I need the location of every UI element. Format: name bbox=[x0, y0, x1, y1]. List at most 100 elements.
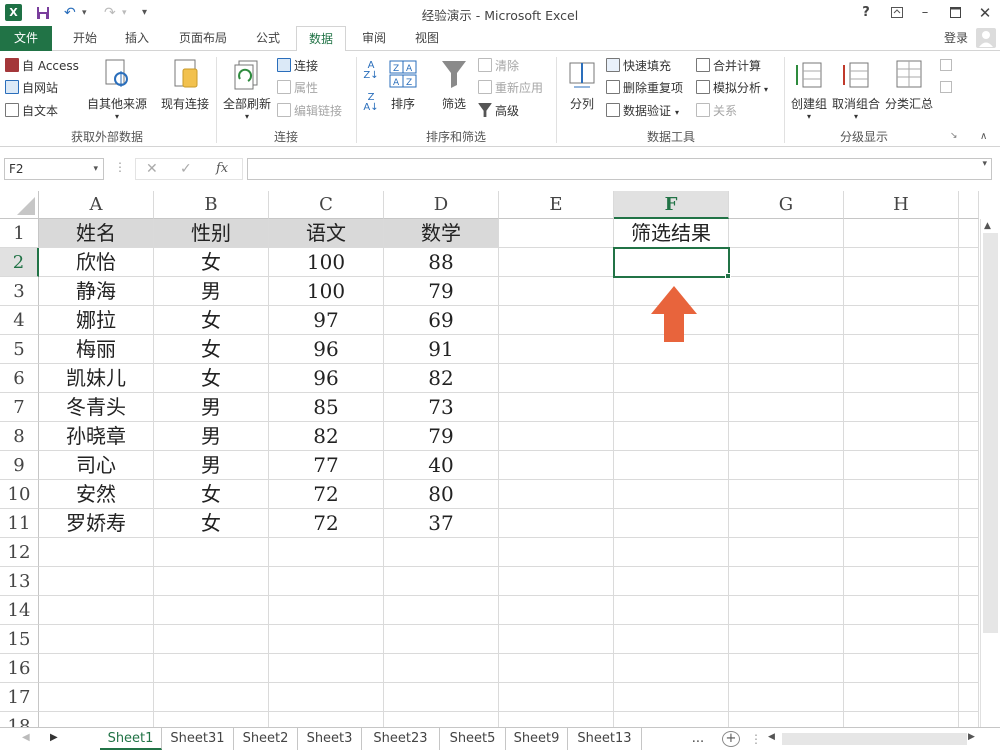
data-validation-button[interactable]: 数据验证 ▾ bbox=[606, 101, 679, 121]
cell-d3[interactable]: 79 bbox=[384, 277, 499, 306]
cell-f2[interactable] bbox=[614, 248, 729, 277]
cell-f10[interactable] bbox=[614, 480, 729, 509]
tab-formulas[interactable]: 公式 bbox=[246, 26, 290, 51]
cell-d5[interactable]: 91 bbox=[384, 335, 499, 364]
cell-b15[interactable] bbox=[154, 625, 269, 654]
cell-f7[interactable] bbox=[614, 393, 729, 422]
row-header-8[interactable]: 8 bbox=[0, 422, 39, 451]
from-access-button[interactable]: 自 Access bbox=[5, 56, 79, 76]
cell-g16[interactable] bbox=[729, 654, 844, 683]
cell-g13[interactable] bbox=[729, 567, 844, 596]
sheet-tab-sheet23[interactable]: Sheet23 bbox=[362, 728, 440, 750]
cell-e3[interactable] bbox=[499, 277, 614, 306]
column-header-c[interactable]: C bbox=[269, 191, 384, 219]
subtotal-button[interactable]: 分类汇总 bbox=[882, 57, 936, 112]
sort-button[interactable]: ZAAZ 排序 bbox=[384, 57, 422, 112]
cell-c12[interactable] bbox=[269, 538, 384, 567]
insert-function-icon[interactable]: fx bbox=[216, 159, 228, 179]
cell-e5[interactable] bbox=[499, 335, 614, 364]
cell-g14[interactable] bbox=[729, 596, 844, 625]
tab-data[interactable]: 数据 bbox=[296, 26, 346, 52]
collapse-ribbon-icon[interactable]: ∧ bbox=[980, 131, 987, 142]
next-sheet-icon[interactable]: ▶ bbox=[50, 732, 58, 743]
cell-a16[interactable] bbox=[39, 654, 154, 683]
remove-duplicates-button[interactable]: 删除重复项 bbox=[606, 78, 683, 98]
tab-split-icon[interactable]: ⋮ bbox=[750, 732, 762, 746]
cell-b2[interactable]: 女 bbox=[154, 248, 269, 277]
cell-a8[interactable]: 孙晓章 bbox=[39, 422, 154, 451]
cell-c10[interactable]: 72 bbox=[269, 480, 384, 509]
cell-f17[interactable] bbox=[614, 683, 729, 712]
cell-d11[interactable]: 37 bbox=[384, 509, 499, 538]
cell-c17[interactable] bbox=[269, 683, 384, 712]
scroll-up-icon[interactable]: ▲ bbox=[984, 221, 991, 231]
column-header-b[interactable]: B bbox=[154, 191, 269, 219]
row-header-6[interactable]: 6 bbox=[0, 364, 39, 393]
filter-button[interactable]: 筛选 bbox=[434, 57, 474, 112]
cell-e11[interactable] bbox=[499, 509, 614, 538]
cell-a10[interactable]: 安然 bbox=[39, 480, 154, 509]
cell-h12[interactable] bbox=[844, 538, 959, 567]
clear-filter-button[interactable]: 清除 bbox=[478, 56, 519, 76]
cell-e14[interactable] bbox=[499, 596, 614, 625]
refresh-all-button[interactable]: 全部刷新 ▾ bbox=[220, 57, 274, 121]
edit-links-button[interactable]: 编辑链接 bbox=[277, 101, 342, 121]
cell-a5[interactable]: 梅丽 bbox=[39, 335, 154, 364]
help-button[interactable]: ? bbox=[855, 3, 877, 23]
cell-h11[interactable] bbox=[844, 509, 959, 538]
cell-d14[interactable] bbox=[384, 596, 499, 625]
cell-g12[interactable] bbox=[729, 538, 844, 567]
avatar[interactable] bbox=[976, 28, 996, 48]
cell-d4[interactable]: 69 bbox=[384, 306, 499, 335]
ribbon-display-icon[interactable] bbox=[886, 3, 908, 25]
tab-view[interactable]: 视图 bbox=[404, 26, 450, 51]
cell-c16[interactable] bbox=[269, 654, 384, 683]
cell-d7[interactable]: 73 bbox=[384, 393, 499, 422]
row-header-12[interactable]: 12 bbox=[0, 538, 39, 567]
cell-d15[interactable] bbox=[384, 625, 499, 654]
cell-g10[interactable] bbox=[729, 480, 844, 509]
existing-connections-button[interactable]: 现有连接 bbox=[158, 57, 212, 112]
cell-h4[interactable] bbox=[844, 306, 959, 335]
sheet-tab-sheet13[interactable]: Sheet13 bbox=[568, 728, 642, 750]
cell-b14[interactable] bbox=[154, 596, 269, 625]
row-header-16[interactable]: 16 bbox=[0, 654, 39, 683]
cell-e6[interactable] bbox=[499, 364, 614, 393]
cell-g7[interactable] bbox=[729, 393, 844, 422]
cell-b8[interactable]: 男 bbox=[154, 422, 269, 451]
cell-f9[interactable] bbox=[614, 451, 729, 480]
cell-f1[interactable]: 筛选结果 bbox=[614, 219, 729, 248]
cell-d13[interactable] bbox=[384, 567, 499, 596]
cell-b12[interactable] bbox=[154, 538, 269, 567]
prev-sheet-icon[interactable]: ◀ bbox=[22, 732, 30, 743]
row-header-13[interactable]: 13 bbox=[0, 567, 39, 596]
cell-e8[interactable] bbox=[499, 422, 614, 451]
cell-h2[interactable] bbox=[844, 248, 959, 277]
cell-g3[interactable] bbox=[729, 277, 844, 306]
cell-h9[interactable] bbox=[844, 451, 959, 480]
enter-icon[interactable]: ✓ bbox=[180, 159, 192, 179]
cell-d17[interactable] bbox=[384, 683, 499, 712]
cell-e10[interactable] bbox=[499, 480, 614, 509]
cell-e12[interactable] bbox=[499, 538, 614, 567]
cell-b5[interactable]: 女 bbox=[154, 335, 269, 364]
properties-button[interactable]: 属性 bbox=[277, 78, 318, 98]
cell-a14[interactable] bbox=[39, 596, 154, 625]
dialog-launcher-icon[interactable]: ↘ bbox=[950, 131, 958, 141]
reapply-button[interactable]: 重新应用 bbox=[478, 78, 543, 98]
cell-b9[interactable]: 男 bbox=[154, 451, 269, 480]
tab-page-layout[interactable]: 页面布局 bbox=[170, 26, 236, 51]
cell-e15[interactable] bbox=[499, 625, 614, 654]
sheet-tab-sheet3[interactable]: Sheet3 bbox=[298, 728, 362, 750]
vertical-scrollbar[interactable]: ▲ bbox=[980, 219, 1000, 727]
cell-f11[interactable] bbox=[614, 509, 729, 538]
select-all-corner[interactable] bbox=[0, 191, 39, 219]
cell-g5[interactable] bbox=[729, 335, 844, 364]
cell-a4[interactable]: 娜拉 bbox=[39, 306, 154, 335]
sheet-tab-sheet1[interactable]: Sheet1 bbox=[100, 728, 162, 750]
minimize-icon[interactable]: – bbox=[914, 3, 936, 23]
cell-b13[interactable] bbox=[154, 567, 269, 596]
cell-c13[interactable] bbox=[269, 567, 384, 596]
column-header-e[interactable]: E bbox=[499, 191, 614, 219]
cell-a7[interactable]: 冬青头 bbox=[39, 393, 154, 422]
